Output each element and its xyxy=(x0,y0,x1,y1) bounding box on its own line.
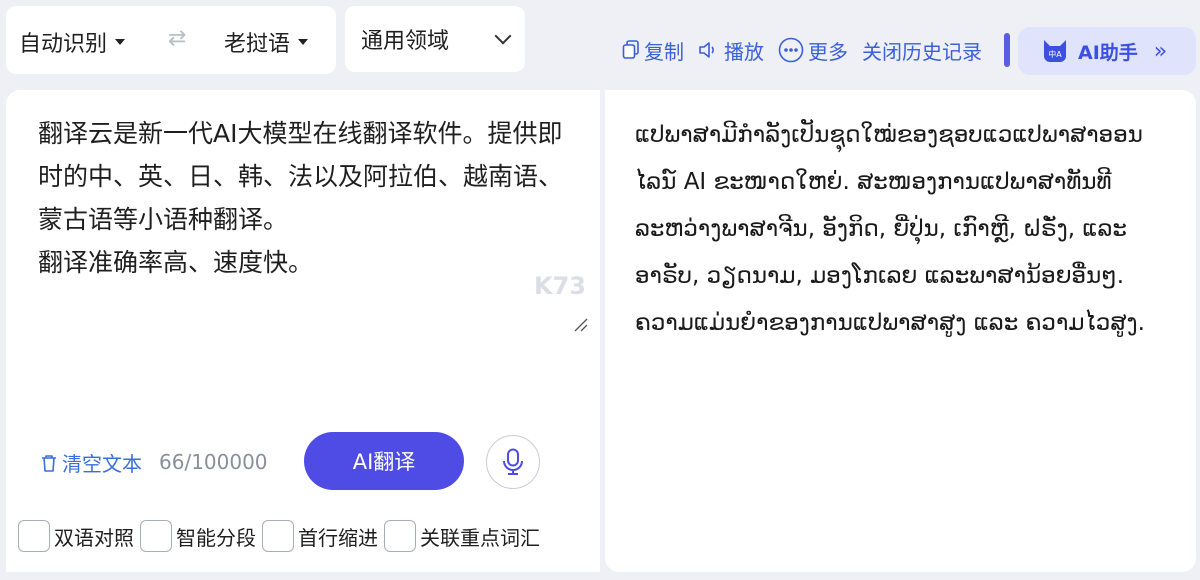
close-history-label: 关闭历史记录 xyxy=(862,39,982,64)
source-panel: 翻译云是新一代AI大模型在线翻译软件。提供即时的中、英、日、韩、法以及阿拉伯、越… xyxy=(6,90,600,500)
language-selector-bar: 自动识别 ⇄ 老挝语 xyxy=(6,6,336,74)
source-text-input[interactable]: 翻译云是新一代AI大模型在线翻译软件。提供即时的中、英、日、韩、法以及阿拉伯、越… xyxy=(38,112,578,284)
ai-avatar-text: 中A xyxy=(1048,49,1062,59)
caret-down-icon xyxy=(298,39,309,45)
ai-translate-button[interactable]: AI翻译 xyxy=(304,432,464,490)
trash-icon xyxy=(42,454,56,472)
close-history-button[interactable]: 关闭历史记录 xyxy=(862,36,982,65)
copy-icon xyxy=(622,40,639,59)
resize-handle-icon[interactable] xyxy=(572,316,588,332)
microphone-icon xyxy=(503,448,523,475)
option-label: 双语对照 xyxy=(54,525,134,550)
play-button[interactable]: 播放 xyxy=(698,36,764,65)
result-toolbar: 复制 播放 更多 关闭历史记录 xyxy=(622,30,1010,70)
checkbox[interactable] xyxy=(262,520,294,552)
options-row: 双语对照 智能分段 首行缩进 关联重点词汇 xyxy=(6,500,600,572)
play-label: 播放 xyxy=(724,39,764,64)
option-smart-paragraph[interactable]: 智能分段 xyxy=(140,520,256,552)
translation-result-text: ແປພາສາມີກຳລັງເປັນຊຸດໃໝ່ຂອງຊອບແວແປພາສາອອນ… xyxy=(635,122,1145,336)
more-button[interactable]: 更多 xyxy=(778,36,848,65)
ai-assistant-button[interactable]: 中A AI助手 » xyxy=(1018,27,1196,75)
option-label: 智能分段 xyxy=(176,525,256,550)
domain-select-label: 通用领域 xyxy=(361,29,450,54)
option-label: 关联重点词汇 xyxy=(420,525,540,550)
microphone-button[interactable] xyxy=(486,435,540,489)
swap-languages-icon[interactable]: ⇄ xyxy=(168,26,186,51)
clear-text-label: 清空文本 xyxy=(62,452,142,476)
caret-down-icon xyxy=(115,39,126,45)
option-label: 首行缩进 xyxy=(298,525,378,550)
copy-button[interactable]: 复制 xyxy=(622,36,684,65)
double-chevron-right-icon: » xyxy=(1153,38,1168,64)
more-dots-icon xyxy=(778,37,804,63)
checkbox[interactable] xyxy=(140,520,172,552)
source-language-label: 自动识别 xyxy=(19,32,108,57)
checkbox[interactable] xyxy=(18,520,50,552)
translation-result-panel: ແປພາສາມີກຳລັງເປັນຊຸດໃໝ່ຂອງຊອບແວແປພາສາອອນ… xyxy=(605,90,1196,572)
option-first-line-indent[interactable]: 首行缩进 xyxy=(262,520,378,552)
speaker-icon xyxy=(699,42,714,58)
copy-label: 复制 xyxy=(644,39,684,64)
robot-cat-icon: 中A xyxy=(1044,40,1066,62)
clear-text-button[interactable]: 清空文本 xyxy=(40,448,142,477)
character-counter: 66/100000 xyxy=(159,450,268,474)
option-bilingual[interactable]: 双语对照 xyxy=(18,520,134,552)
ai-assistant-label: AI助手 xyxy=(1078,41,1138,64)
target-language-select[interactable]: 老挝语 xyxy=(224,26,309,58)
target-language-label: 老挝语 xyxy=(224,32,291,57)
checkbox[interactable] xyxy=(384,520,416,552)
divider xyxy=(1004,33,1010,67)
chevron-down-icon xyxy=(494,27,512,45)
option-key-vocabulary[interactable]: 关联重点词汇 xyxy=(384,520,540,552)
domain-select[interactable]: 通用领域 xyxy=(345,6,525,72)
source-language-select[interactable]: 自动识别 xyxy=(19,26,126,58)
more-label: 更多 xyxy=(808,39,848,64)
